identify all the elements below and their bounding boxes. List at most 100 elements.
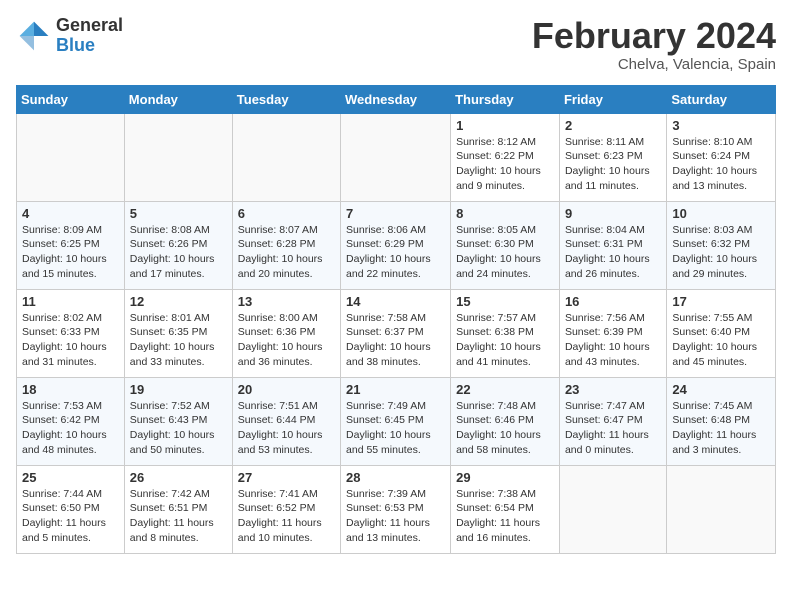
calendar-cell: 17Sunrise: 7:55 AM Sunset: 6:40 PM Dayli…: [667, 289, 776, 377]
calendar-cell: 4 Sunrise: 8:09 AM Sunset: 6:25 PM Daylig…: [17, 201, 125, 289]
day-number: 4: [22, 206, 119, 221]
calendar-body: 1 Sunrise: 8:12 AM Sunset: 6:22 PM Daylig…: [17, 113, 776, 553]
calendar-cell: 15 Sunrise: 7:57 AM Sunset: 6:38 PM Dayli…: [451, 289, 560, 377]
day-info: Sunrise: 8:04 AM Sunset: 6:31 PM Dayligh…: [565, 223, 661, 282]
day-number: 28: [346, 470, 445, 485]
day-info: Sunrise: 7:38 AM Sunset: 6:54 PM Dayligh…: [456, 487, 554, 546]
header-cell-saturday: Saturday: [667, 85, 776, 113]
day-number: 25: [22, 470, 119, 485]
calendar-cell: 12 Sunrise: 8:01 AM Sunset: 6:35 PM Dayli…: [124, 289, 232, 377]
header-cell-sunday: Sunday: [17, 85, 125, 113]
header-cell-friday: Friday: [559, 85, 666, 113]
calendar-cell: 11 Sunrise: 8:02 AM Sunset: 6:33 PM Dayli…: [17, 289, 125, 377]
calendar-cell: 8Sunrise: 8:05 AM Sunset: 6:30 PM Daylig…: [451, 201, 560, 289]
day-number: 15: [456, 294, 554, 309]
day-number: 2: [565, 118, 661, 133]
calendar-week-1: 1 Sunrise: 8:12 AM Sunset: 6:22 PM Daylig…: [17, 113, 776, 201]
day-info: Sunrise: 8:10 AM Sunset: 6:24 PM Dayligh…: [672, 135, 770, 194]
day-info: Sunrise: 8:12 AM Sunset: 6:22 PM Dayligh…: [456, 135, 554, 194]
header-cell-monday: Monday: [124, 85, 232, 113]
calendar-cell: 22 Sunrise: 7:48 AM Sunset: 6:46 PM Dayli…: [451, 377, 560, 465]
day-number: 1: [456, 118, 554, 133]
day-number: 18: [22, 382, 119, 397]
day-info: Sunrise: 7:48 AM Sunset: 6:46 PM Dayligh…: [456, 399, 554, 458]
calendar-cell: 29 Sunrise: 7:38 AM Sunset: 6:54 PM Dayli…: [451, 465, 560, 553]
calendar-week-4: 18 Sunrise: 7:53 AM Sunset: 6:42 PM Dayli…: [17, 377, 776, 465]
logo-general-text: General: [56, 16, 123, 36]
day-number: 21: [346, 382, 445, 397]
calendar-cell: [17, 113, 125, 201]
day-number: 7: [346, 206, 445, 221]
calendar-cell: 3Sunrise: 8:10 AM Sunset: 6:24 PM Daylig…: [667, 113, 776, 201]
location-text: Chelva, Valencia, Spain: [532, 56, 776, 73]
day-info: Sunrise: 7:58 AM Sunset: 6:37 PM Dayligh…: [346, 311, 445, 370]
day-number: 5: [130, 206, 227, 221]
calendar-cell: [341, 113, 451, 201]
day-number: 20: [238, 382, 335, 397]
calendar-cell: 20 Sunrise: 7:51 AM Sunset: 6:44 PM Dayli…: [232, 377, 340, 465]
day-info: Sunrise: 7:53 AM Sunset: 6:42 PM Dayligh…: [22, 399, 119, 458]
calendar-table: SundayMondayTuesdayWednesdayThursdayFrid…: [16, 85, 776, 554]
logo-text: General Blue: [56, 16, 123, 56]
page-header: General Blue February 2024 Chelva, Valen…: [16, 16, 776, 73]
day-info: Sunrise: 8:09 AM Sunset: 6:25 PM Dayligh…: [22, 223, 119, 282]
calendar-cell: [232, 113, 340, 201]
calendar-week-3: 11 Sunrise: 8:02 AM Sunset: 6:33 PM Dayli…: [17, 289, 776, 377]
calendar-cell: 18 Sunrise: 7:53 AM Sunset: 6:42 PM Dayli…: [17, 377, 125, 465]
calendar-header: SundayMondayTuesdayWednesdayThursdayFrid…: [17, 85, 776, 113]
day-info: Sunrise: 7:41 AM Sunset: 6:52 PM Dayligh…: [238, 487, 335, 546]
day-info: Sunrise: 7:51 AM Sunset: 6:44 PM Dayligh…: [238, 399, 335, 458]
day-number: 9: [565, 206, 661, 221]
day-info: Sunrise: 8:03 AM Sunset: 6:32 PM Dayligh…: [672, 223, 770, 282]
calendar-cell: 2 Sunrise: 8:11 AM Sunset: 6:23 PM Daylig…: [559, 113, 666, 201]
calendar-cell: 27 Sunrise: 7:41 AM Sunset: 6:52 PM Dayli…: [232, 465, 340, 553]
day-info: Sunrise: 7:56 AM Sunset: 6:39 PM Dayligh…: [565, 311, 661, 370]
calendar-cell: 13Sunrise: 8:00 AM Sunset: 6:36 PM Dayli…: [232, 289, 340, 377]
day-info: Sunrise: 8:02 AM Sunset: 6:33 PM Dayligh…: [22, 311, 119, 370]
day-info: Sunrise: 8:08 AM Sunset: 6:26 PM Dayligh…: [130, 223, 227, 282]
day-info: Sunrise: 7:52 AM Sunset: 6:43 PM Dayligh…: [130, 399, 227, 458]
calendar-cell: 23 Sunrise: 7:47 AM Sunset: 6:47 PM Dayli…: [559, 377, 666, 465]
header-row: SundayMondayTuesdayWednesdayThursdayFrid…: [17, 85, 776, 113]
header-cell-wednesday: Wednesday: [341, 85, 451, 113]
day-info: Sunrise: 7:42 AM Sunset: 6:51 PM Dayligh…: [130, 487, 227, 546]
calendar-cell: [559, 465, 666, 553]
logo-icon: [16, 18, 52, 54]
day-number: 16: [565, 294, 661, 309]
day-number: 19: [130, 382, 227, 397]
day-number: 14: [346, 294, 445, 309]
day-number: 29: [456, 470, 554, 485]
day-number: 26: [130, 470, 227, 485]
calendar-cell: 7 Sunrise: 8:06 AM Sunset: 6:29 PM Daylig…: [341, 201, 451, 289]
day-info: Sunrise: 7:44 AM Sunset: 6:50 PM Dayligh…: [22, 487, 119, 546]
month-title: February 2024: [532, 16, 776, 56]
calendar-cell: 1 Sunrise: 8:12 AM Sunset: 6:22 PM Daylig…: [451, 113, 560, 201]
day-info: Sunrise: 7:57 AM Sunset: 6:38 PM Dayligh…: [456, 311, 554, 370]
day-number: 11: [22, 294, 119, 309]
calendar-week-2: 4 Sunrise: 8:09 AM Sunset: 6:25 PM Daylig…: [17, 201, 776, 289]
calendar-cell: 24 Sunrise: 7:45 AM Sunset: 6:48 PM Dayli…: [667, 377, 776, 465]
logo-blue-text: Blue: [56, 36, 123, 56]
day-info: Sunrise: 7:45 AM Sunset: 6:48 PM Dayligh…: [672, 399, 770, 458]
calendar-cell: 26 Sunrise: 7:42 AM Sunset: 6:51 PM Dayli…: [124, 465, 232, 553]
header-cell-thursday: Thursday: [451, 85, 560, 113]
day-info: Sunrise: 8:01 AM Sunset: 6:35 PM Dayligh…: [130, 311, 227, 370]
calendar-cell: 25 Sunrise: 7:44 AM Sunset: 6:50 PM Dayli…: [17, 465, 125, 553]
day-number: 12: [130, 294, 227, 309]
calendar-cell: 28Sunrise: 7:39 AM Sunset: 6:53 PM Dayli…: [341, 465, 451, 553]
title-area: February 2024 Chelva, Valencia, Spain: [532, 16, 776, 73]
day-number: 8: [456, 206, 554, 221]
day-number: 13: [238, 294, 335, 309]
calendar-cell: 9 Sunrise: 8:04 AM Sunset: 6:31 PM Daylig…: [559, 201, 666, 289]
day-info: Sunrise: 8:06 AM Sunset: 6:29 PM Dayligh…: [346, 223, 445, 282]
day-number: 24: [672, 382, 770, 397]
day-number: 27: [238, 470, 335, 485]
day-number: 23: [565, 382, 661, 397]
day-info: Sunrise: 8:07 AM Sunset: 6:28 PM Dayligh…: [238, 223, 335, 282]
calendar-cell: [124, 113, 232, 201]
calendar-cell: 10 Sunrise: 8:03 AM Sunset: 6:32 PM Dayli…: [667, 201, 776, 289]
day-number: 10: [672, 206, 770, 221]
day-info: Sunrise: 7:47 AM Sunset: 6:47 PM Dayligh…: [565, 399, 661, 458]
day-info: Sunrise: 8:11 AM Sunset: 6:23 PM Dayligh…: [565, 135, 661, 194]
day-number: 22: [456, 382, 554, 397]
